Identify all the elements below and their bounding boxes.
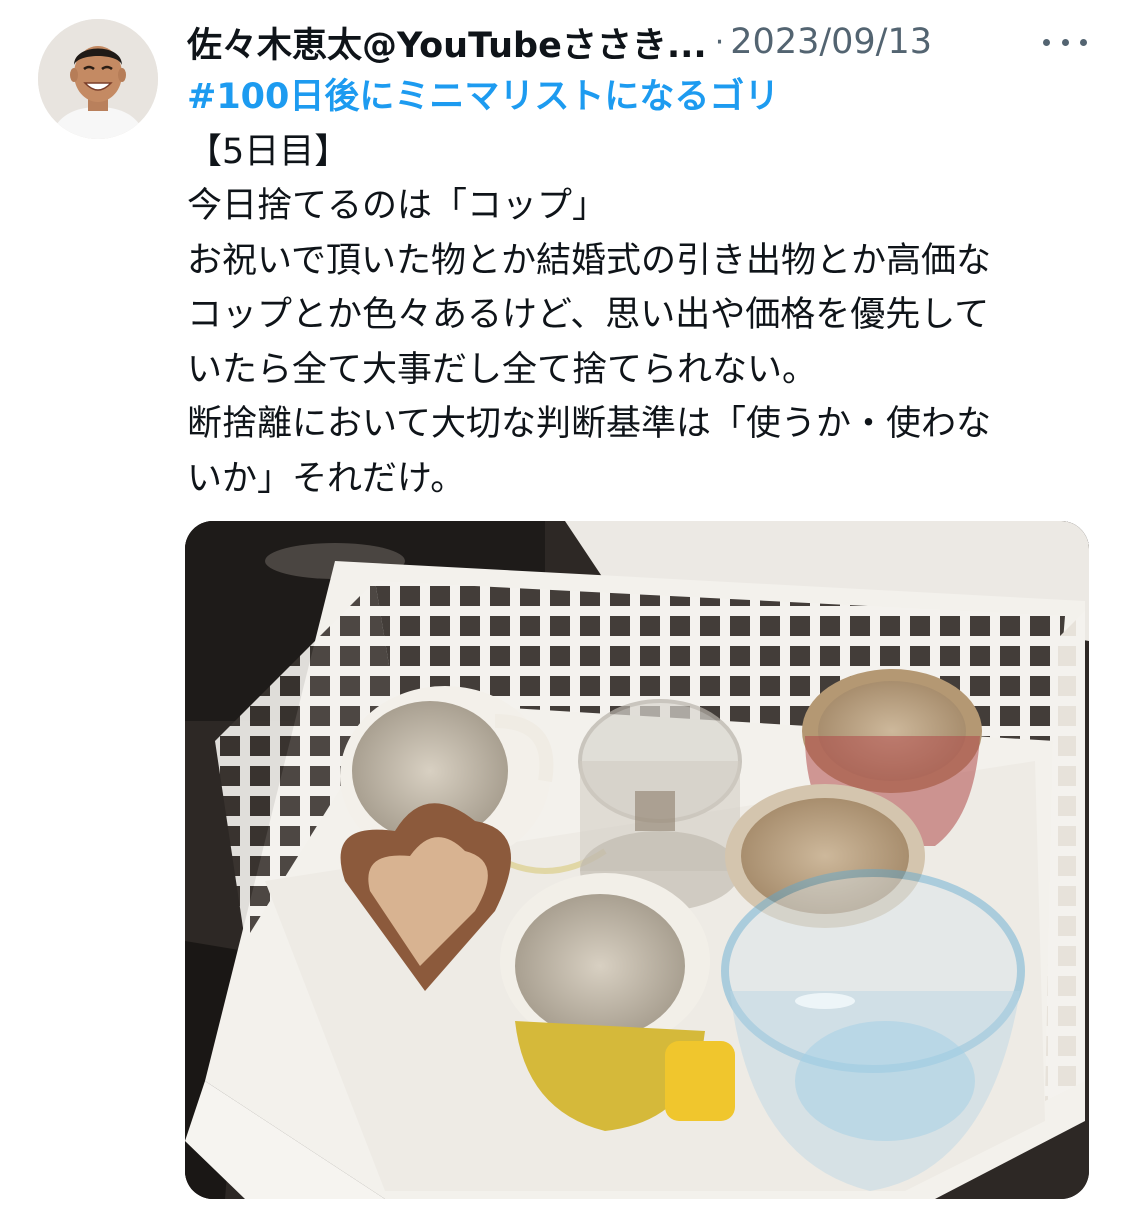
separator: ·	[714, 24, 725, 60]
author-name[interactable]: 佐々木恵太@YouTubeささき...	[187, 17, 707, 68]
tweet-line: 今日捨てるのは「コップ」	[187, 186, 608, 226]
cups-in-basket-image	[185, 521, 1089, 1199]
more-options-icon[interactable]	[1043, 32, 1087, 52]
tweet-line: コップとか色々あるけど、思い出や価格を優先して	[187, 295, 990, 335]
tweet-media-photo[interactable]	[185, 521, 1089, 1199]
tweet-text: #100日後にミニマリストになるゴリ 【5日目】 今日捨てるのは「コップ」 お祝…	[187, 70, 1097, 506]
tweet-line: 断捨離において大切な判断基準は「使うか・使わな	[187, 404, 991, 444]
tweet-line: 【5日目】	[187, 131, 350, 172]
hashtag-link[interactable]: #100日後にミニマリストになるゴリ	[187, 70, 1097, 125]
tweet-date[interactable]: 2023/09/13	[730, 22, 932, 62]
tweet-line: いか」それだけ。	[187, 458, 466, 499]
avatar[interactable]	[38, 19, 158, 139]
avatar-photo	[38, 19, 158, 139]
tweet-line: お祝いで頂いた物とか結婚式の引き出物とか高価な	[187, 240, 991, 281]
tweet-line: いたら全て大事だし全て捨てられない。	[187, 349, 818, 390]
tweet-header: 佐々木恵太@YouTubeささき... · 2023/09/13	[187, 14, 1087, 70]
